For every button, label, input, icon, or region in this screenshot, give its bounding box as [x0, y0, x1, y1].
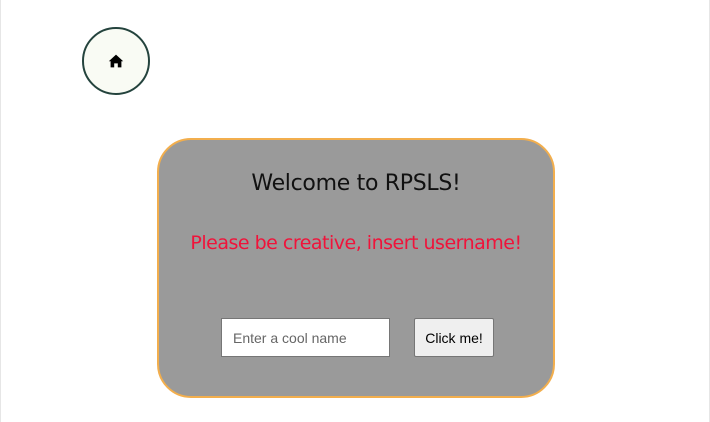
page: Welcome to RPSLS! Please be creative, in…	[0, 0, 710, 422]
submit-button[interactable]: Click me!	[414, 318, 494, 357]
home-button[interactable]	[82, 27, 150, 95]
welcome-card: Welcome to RPSLS! Please be creative, in…	[157, 138, 555, 398]
welcome-title: Welcome to RPSLS!	[251, 171, 461, 196]
username-warning: Please be creative, insert username!	[190, 232, 522, 254]
username-input[interactable]	[221, 318, 390, 357]
home-icon	[108, 54, 124, 68]
